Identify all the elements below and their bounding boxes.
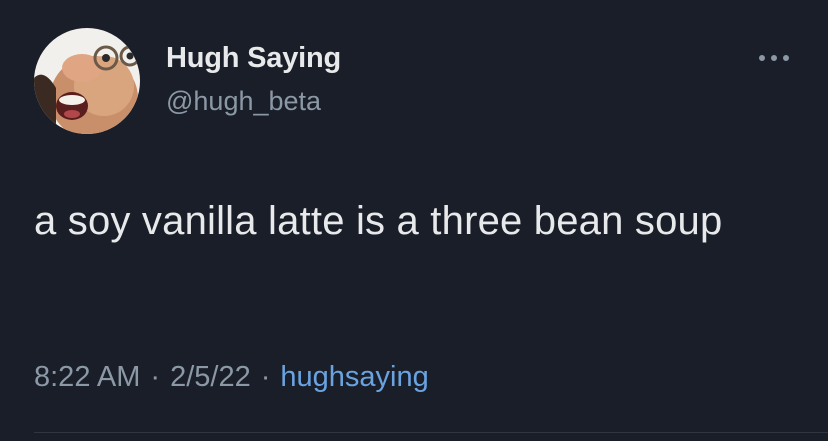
separator-dot: · [150, 361, 161, 393]
tweet-card: Hugh Saying @hugh_beta a soy vanilla lat… [0, 0, 828, 441]
more-dot [759, 55, 765, 61]
divider [34, 432, 828, 433]
tweet-date[interactable]: 2/5/22 [170, 361, 251, 393]
more-dot [771, 55, 777, 61]
avatar[interactable] [34, 28, 140, 134]
more-dot [783, 55, 789, 61]
tweet-text: a soy vanilla latte is a three bean soup [34, 199, 723, 243]
author-display-name[interactable]: Hugh Saying [166, 42, 341, 75]
author-handle[interactable]: @hugh_beta [166, 86, 321, 117]
tweet-metadata: 8:22 AM · 2/5/22 · hughsaying [34, 361, 429, 394]
separator-dot: · [260, 361, 271, 393]
more-horizontal-icon [759, 55, 789, 61]
tweet-source-link[interactable]: hughsaying [280, 361, 428, 393]
avatar-image [34, 28, 140, 134]
tweet-time[interactable]: 8:22 AM [34, 361, 140, 393]
more-options-button[interactable] [752, 48, 796, 68]
